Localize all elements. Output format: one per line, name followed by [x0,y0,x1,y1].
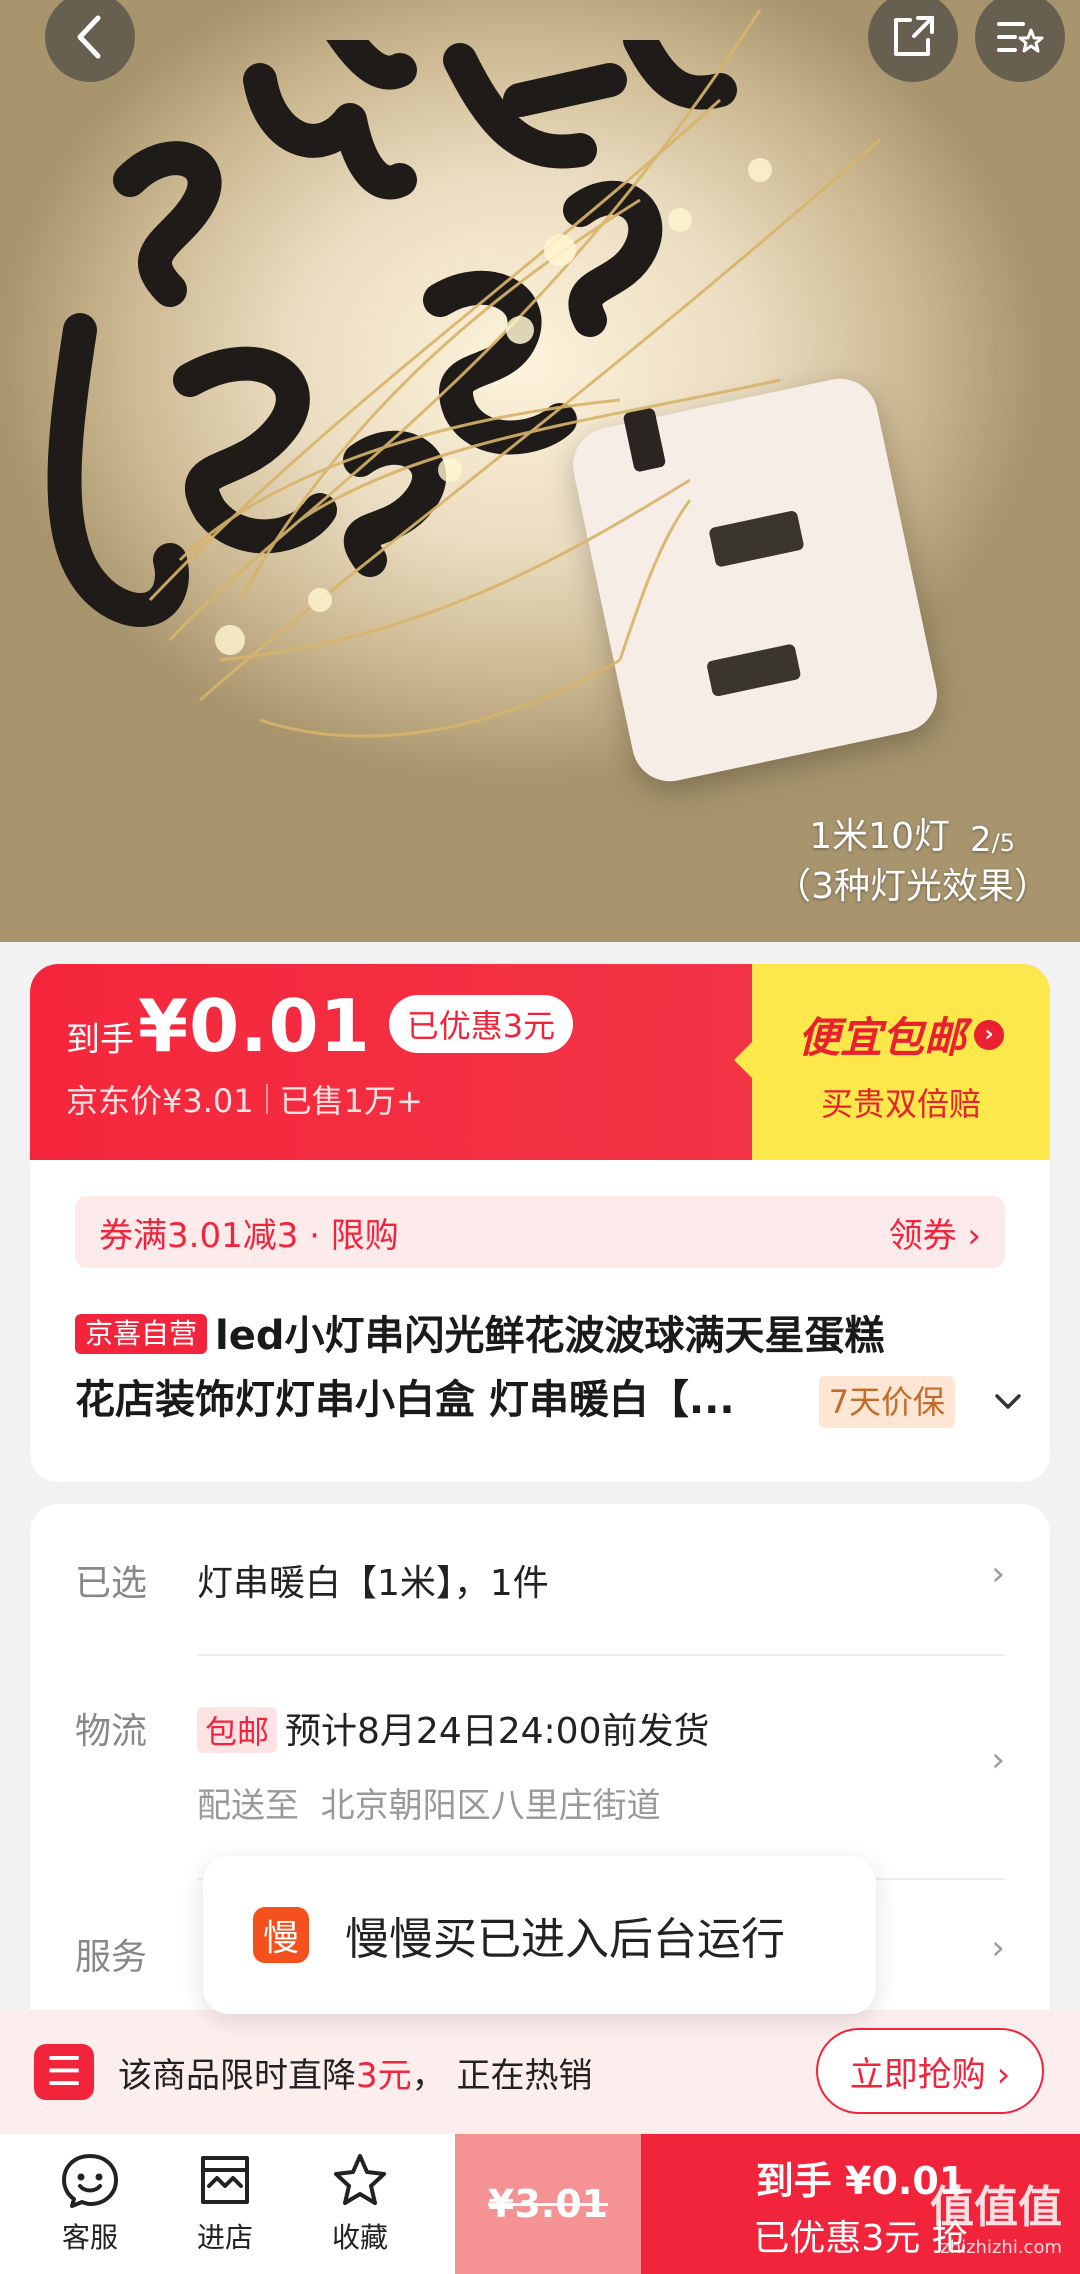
chevron-right-icon: › [974,1019,1004,1050]
selected-value: 灯串暖白【1米】，1件 [197,1563,549,1604]
logistics-row[interactable]: 物流 包邮 预计8月24日24:00前发货 配送至 北京朝阳区八里庄街道 › [75,1702,1005,1832]
enter-store-button[interactable]: 进店 [165,2150,285,2256]
promo-title: 便宜包邮 [797,1013,966,1062]
service-label: 服务 [75,1937,148,1978]
promo-subtitle: 买贵双倍赔 [820,1085,981,1123]
list-star-icon [997,22,1044,53]
pager-total: /5 [991,829,1015,857]
price-card: 到手 ¥0.01 已优惠3元 京东价¥3.01 已售1万+ 便宜包邮 › 买贵双倍… [30,964,1050,1482]
divider [197,1654,1005,1656]
self-operated-tag: 京喜自营 [75,1314,208,1354]
coupon-text: 券满3.01减3 · 限购 [99,1215,399,1256]
hot-sale-text: 该商品限时直降3元， 正在热销 [118,2048,592,2097]
service-nav-label: 客服 [61,2221,118,2254]
watermark: 值值值 zhizhizhi.com [930,2186,1062,2268]
sold-count: 已售1万+ [279,1082,423,1120]
chevron-down-icon[interactable] [991,1390,1025,1414]
share-icon [894,16,934,56]
favorite-nav-label: 收藏 [331,2221,388,2254]
product-page: 1米10灯 （3种灯光效果） 2/5 到手 ¥0.01 已优惠3元 京东价¥3.… [0,0,1080,2274]
chat-face-icon [62,2154,118,2208]
hot-prefix: 该商品限时直降 [118,2055,356,2096]
ship-address: 北京朝阳区八里庄街道 [320,1786,661,1826]
toast-message: 慢慢买已进入后台运行 [345,1914,785,1965]
price-prefix: 到手 [66,1020,134,1060]
watermark-sub: zhizhizhi.com [940,2237,1062,2258]
bottom-action-bar: 客服 进店 收藏 ¥3.01 到手 ¥0.01 已优惠3元 抢 值值值 zhizh… [0,2134,1080,2274]
product-image-carousel[interactable]: 1米10灯 （3种灯光效果） 2/5 [0,0,1080,942]
original-price-button[interactable]: ¥3.01 [455,2134,641,2274]
menu-badge-icon: ☰ [34,2044,94,2100]
free-shipping-tag: 包邮 [197,1707,278,1753]
logistics-label: 物流 [75,1711,148,1752]
selected-label: 已选 [75,1563,148,1604]
customer-service-button[interactable]: 客服 [30,2150,150,2256]
divider [265,1084,268,1114]
price-protect-badge: 7天价保 [818,1376,956,1428]
store-icon [201,2156,249,2204]
product-title[interactable]: 京喜自营 led小灯串闪光鲜花波波球满天星蛋糕 花店装饰灯灯串小白盒 灯串暖白【.… [75,1304,1025,1432]
chevron-right-icon: › [991,1740,1005,1780]
chevron-left-icon [77,15,101,59]
title-line1: led小灯串闪光鲜花波波球满天星蛋糕 [215,1313,885,1359]
coupon-bar[interactable]: 券满3.01减3 · 限购 领券 › [75,1196,1005,1268]
title-line2: 花店装饰灯灯串小白盒 灯串暖白【... [75,1377,735,1423]
ship-time: 预计8月24日24:00前发货 [285,1711,710,1752]
pager-current: 2 [970,820,992,860]
chevron-right-icon: › [991,1554,1005,1594]
app-logo-icon: 慢 [253,1907,309,1963]
store-nav-label: 进店 [196,2221,253,2254]
buy-button[interactable]: 到手 ¥0.01 已优惠3元 抢 值值值 zhizhizhi.com [641,2134,1080,2274]
claim-coupon-link[interactable]: 领券 › [889,1208,981,1257]
hot-sale-bar: ☰ 该商品限时直降3元， 正在热销 立即抢购 › [0,2010,1080,2134]
cheap-freeship-promo[interactable]: 便宜包邮 › 买贵双倍赔 [734,964,1050,1160]
buy-now-button[interactable]: 立即抢购 › [816,2028,1044,2114]
saved-badge: 已优惠3元 [388,995,574,1053]
hot-suffix: ， 正在热销 [411,2055,593,2096]
selected-spec-row[interactable]: 已选 灯串暖白【1米】，1件 › [75,1554,1005,1614]
caption-line2: （3种灯光效果） [775,866,1050,907]
watermark-text: 值值值 [930,2182,1062,2233]
final-price: ¥0.01 [138,984,371,1068]
jd-price: 京东价¥3.01 [66,1082,254,1120]
image-pager: 2/5 [970,820,1015,860]
favorite-button[interactable]: 收藏 [300,2150,420,2256]
string-lights [148,9,881,738]
price-banner: 到手 ¥0.01 已优惠3元 京东价¥3.01 已售1万+ 便宜包邮 › 买贵双倍… [30,964,1050,1160]
hot-amount: 3元 [356,2055,412,2096]
chevron-right-icon: › [991,1928,1005,1968]
star-icon [334,2154,386,2205]
ship-to-label: 配送至 [197,1786,299,1826]
background-run-toast: 慢 慢慢买已进入后台运行 [203,1856,876,2014]
